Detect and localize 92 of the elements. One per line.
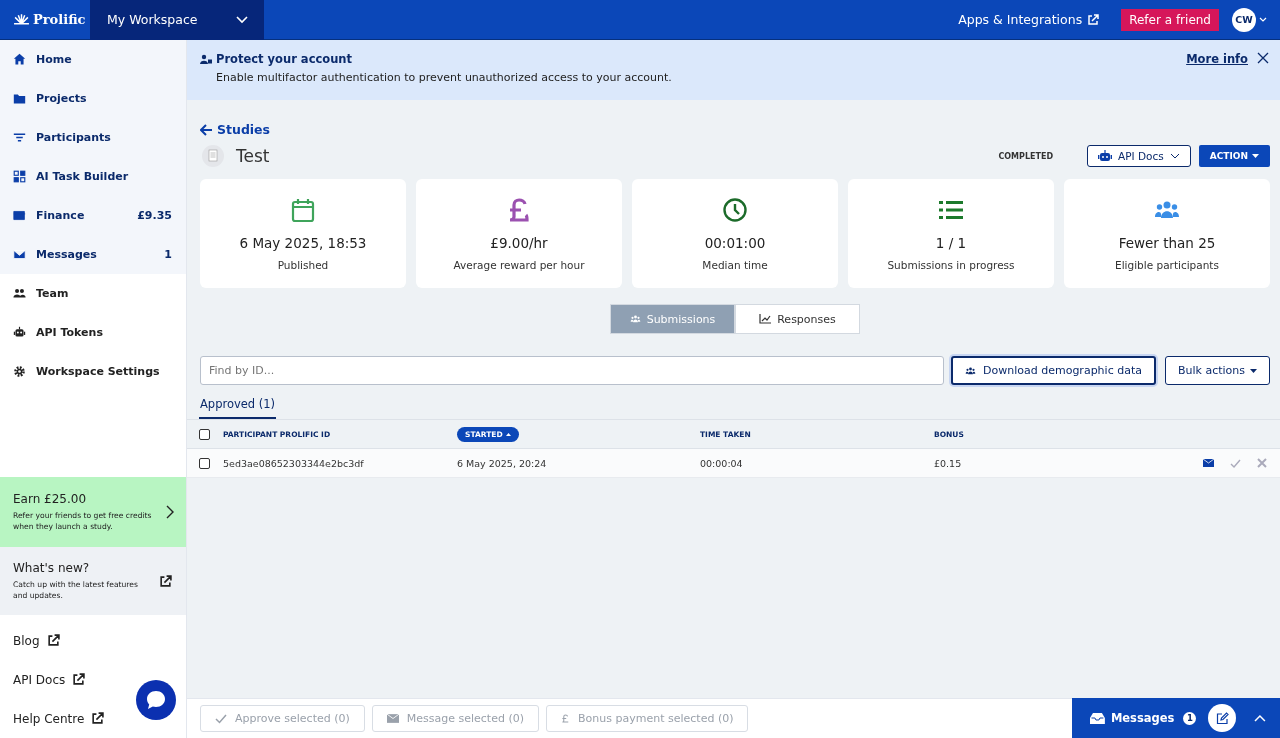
mail-icon <box>13 248 26 261</box>
user-avatar[interactable]: CW <box>1232 7 1256 32</box>
sidebar-item[interactable]: Projects <box>0 79 186 118</box>
compose-button[interactable] <box>1208 704 1237 732</box>
table-cell: 6 May 2025, 20:24 <box>457 457 547 469</box>
sidebar-item[interactable]: Workspace Settings <box>0 352 186 391</box>
sidebar-item[interactable]: API Tokens <box>0 313 186 352</box>
check-icon[interactable] <box>1230 458 1241 468</box>
view-tab[interactable]: Responses <box>735 304 860 334</box>
chevron-up-icon[interactable] <box>1254 714 1266 722</box>
table-cell: 5ed3ae08652303344e2bc3df <box>223 457 364 469</box>
folder-icon <box>13 92 26 105</box>
mail-icon[interactable] <box>1203 459 1214 467</box>
sidebar-item-count: 1 <box>164 248 172 261</box>
robot-icon <box>13 326 26 339</box>
home-icon <box>13 53 26 66</box>
chevron-right-icon <box>166 505 174 519</box>
refer-friend-button[interactable]: Refer a friend <box>1121 8 1219 31</box>
team-icon <box>13 287 26 300</box>
search-field[interactable]: Find by ID... <box>200 356 944 385</box>
messages-dock-label: Messages <box>1110 711 1175 725</box>
stat-value: £9.00/hr <box>490 235 548 251</box>
check-icon <box>215 713 227 724</box>
apps-integrations-link[interactable]: Apps & Integrations <box>958 12 1083 27</box>
settings-icon <box>13 365 26 378</box>
more-info-link[interactable]: More info <box>1186 52 1248 66</box>
pound-icon <box>561 713 570 724</box>
table-cell: 00:00:04 <box>700 457 743 469</box>
sidebar-link[interactable]: API Docs <box>13 672 66 687</box>
robot-icon <box>1098 150 1113 162</box>
close-icon[interactable] <box>1257 52 1269 64</box>
inbox-icon <box>1090 712 1105 724</box>
caret-icon <box>1250 368 1257 373</box>
messages-dock[interactable]: Messages 1 <box>1072 698 1280 738</box>
external-link-icon <box>1087 13 1100 26</box>
external-link-icon <box>46 634 60 647</box>
promo-title: Earn £25.00 <box>13 492 88 506</box>
brand-name: Prolific <box>33 12 86 27</box>
workspace-dropdown[interactable]: My Workspace <box>90 0 264 40</box>
mail-icon <box>386 714 399 723</box>
download-demographic-button[interactable]: Download demographic data <box>951 356 1156 385</box>
sidebar-item[interactable]: Participants <box>0 118 186 157</box>
stat-value: Fewer than 25 <box>1118 235 1216 251</box>
sidebar-item[interactable]: AI Task Builder <box>0 157 186 196</box>
table-cell: £0.15 <box>934 457 962 469</box>
speech-bubble-icon <box>145 689 167 711</box>
sidebar-item-count: £9.35 <box>137 209 172 222</box>
chat-bubble-button[interactable] <box>136 680 176 720</box>
api-docs-dropdown[interactable]: API Docs <box>1087 145 1191 167</box>
arrow-left-icon <box>200 123 213 136</box>
stat-label: Average reward per hour <box>453 259 585 271</box>
external-link-icon <box>159 574 172 588</box>
stat-label: Published <box>277 259 329 271</box>
sidebar-item[interactable]: Messages 1 <box>0 235 186 274</box>
document-icon <box>202 145 224 167</box>
external-link-icon <box>91 712 105 725</box>
people-icon <box>629 315 641 323</box>
caret-icon <box>1252 154 1259 158</box>
bulk-actions-dropdown[interactable]: Bulk actions <box>1164 356 1270 385</box>
stat-value: 6 May 2025, 18:53 <box>239 235 367 251</box>
sidebar-link[interactable]: Blog <box>13 633 40 648</box>
stat-value: 00:01:00 <box>704 235 766 251</box>
back-to-studies-link[interactable]: Studies <box>200 122 1270 137</box>
stat-value: 1 / 1 <box>935 235 967 251</box>
chevron-down-icon <box>1259 16 1267 23</box>
select-all-checkbox[interactable] <box>199 428 210 440</box>
stat-label: Eligible participants <box>1115 259 1219 271</box>
brand-logo[interactable]: Prolific <box>0 12 90 27</box>
status-tab[interactable]: Approved (1) <box>199 393 277 419</box>
stat-label: Median time <box>702 259 768 271</box>
whats-new-title: What's new? <box>13 561 91 575</box>
banner-title: Protect your account <box>216 52 353 66</box>
sidebar-item[interactable]: Home <box>0 40 186 79</box>
line-chart-icon <box>759 314 772 324</box>
external-link-icon <box>72 673 86 686</box>
row-checkbox[interactable] <box>199 457 210 469</box>
sidebar-item[interactable]: Finance £9.35 <box>0 196 186 235</box>
filter-icon <box>13 131 26 144</box>
action-dropdown[interactable]: ACTION <box>1198 145 1270 167</box>
sidebar-link[interactable]: Help Centre <box>13 711 85 726</box>
stat-label: Submissions in progress <box>887 259 1015 271</box>
sidebar-item[interactable]: Team <box>0 274 186 313</box>
study-title: Test <box>236 146 270 166</box>
logo-icon <box>13 14 30 25</box>
chevron-down-icon <box>236 15 248 24</box>
people-icon <box>965 366 976 375</box>
banner-text: Enable multifactor authentication to prevent unauthorized access to your account. <box>215 71 673 84</box>
user-lock-icon <box>200 54 212 64</box>
status-label: COMPLETED <box>998 151 1054 161</box>
caret-up-icon <box>505 432 511 436</box>
unread-count-badge: 1 <box>1183 711 1197 725</box>
chevron-down-icon <box>1169 153 1180 159</box>
